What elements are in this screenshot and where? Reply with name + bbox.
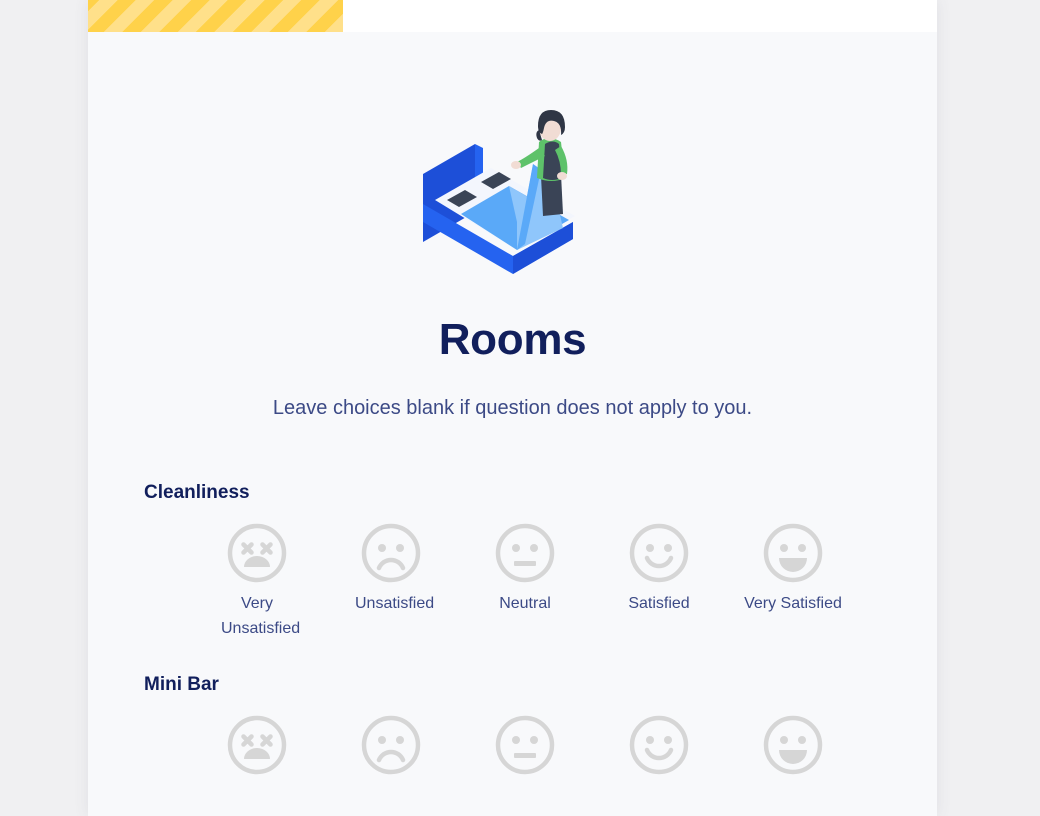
- face-neutral-icon[interactable]: [494, 714, 556, 776]
- rating-option-very-unsatisfied[interactable]: [190, 714, 324, 776]
- face-satisfied-icon[interactable]: [628, 522, 690, 584]
- question-block-mini-bar: Mini Bar: [88, 674, 937, 776]
- survey-progress-fill: [88, 0, 343, 32]
- rating-scale-mini-bar: [144, 714, 881, 776]
- rating-scale-cleanliness: Very Unsatisfied Unsatisfied Neutral Sat…: [144, 522, 881, 642]
- face-very-satisfied-icon[interactable]: [762, 522, 824, 584]
- page-title: Rooms: [438, 315, 587, 364]
- rating-option-label: Neutral: [499, 595, 551, 612]
- survey-card: Rooms Leave choices blank if question do…: [88, 0, 937, 816]
- rating-option-label: Unsatisfied: [355, 595, 435, 612]
- rating-option-unsatisfied[interactable]: [324, 714, 458, 776]
- face-unsatisfied-icon[interactable]: [360, 714, 422, 776]
- rating-option-label: Satisfied: [628, 595, 690, 612]
- rating-option-label: Very Unsatisfied: [221, 595, 301, 637]
- survey-progress-track: [88, 0, 937, 32]
- housekeeping-bed-illustration: [422, 110, 575, 274]
- rating-option-very-satisfied[interactable]: Very Satisfied: [726, 522, 860, 617]
- question-label: Cleanliness: [144, 482, 250, 503]
- rating-option-neutral[interactable]: Neutral: [458, 522, 592, 617]
- face-unsatisfied-icon[interactable]: [360, 522, 422, 584]
- face-very-unsatisfied-icon[interactable]: [226, 714, 288, 776]
- question-label: Mini Bar: [144, 673, 219, 695]
- rating-option-unsatisfied[interactable]: Unsatisfied: [324, 522, 458, 617]
- face-neutral-icon[interactable]: [494, 522, 556, 584]
- rating-option-satisfied[interactable]: Satisfied: [592, 522, 726, 617]
- question-block-cleanliness: Cleanliness Very Unsatisfied Unsatisfied…: [88, 482, 937, 642]
- rating-option-very-unsatisfied[interactable]: Very Unsatisfied: [190, 522, 324, 642]
- rating-option-label: Very Satisfied: [744, 595, 842, 612]
- rating-option-satisfied[interactable]: [592, 714, 726, 776]
- face-very-unsatisfied-icon[interactable]: [226, 522, 288, 584]
- face-satisfied-icon[interactable]: [628, 714, 690, 776]
- face-very-satisfied-icon[interactable]: [762, 714, 824, 776]
- rating-option-very-satisfied[interactable]: [726, 714, 860, 776]
- rating-option-neutral[interactable]: [458, 714, 592, 776]
- page-subtitle: Leave choices blank if question does not…: [272, 397, 753, 419]
- survey-content-panel: Rooms Leave choices blank if question do…: [88, 32, 937, 816]
